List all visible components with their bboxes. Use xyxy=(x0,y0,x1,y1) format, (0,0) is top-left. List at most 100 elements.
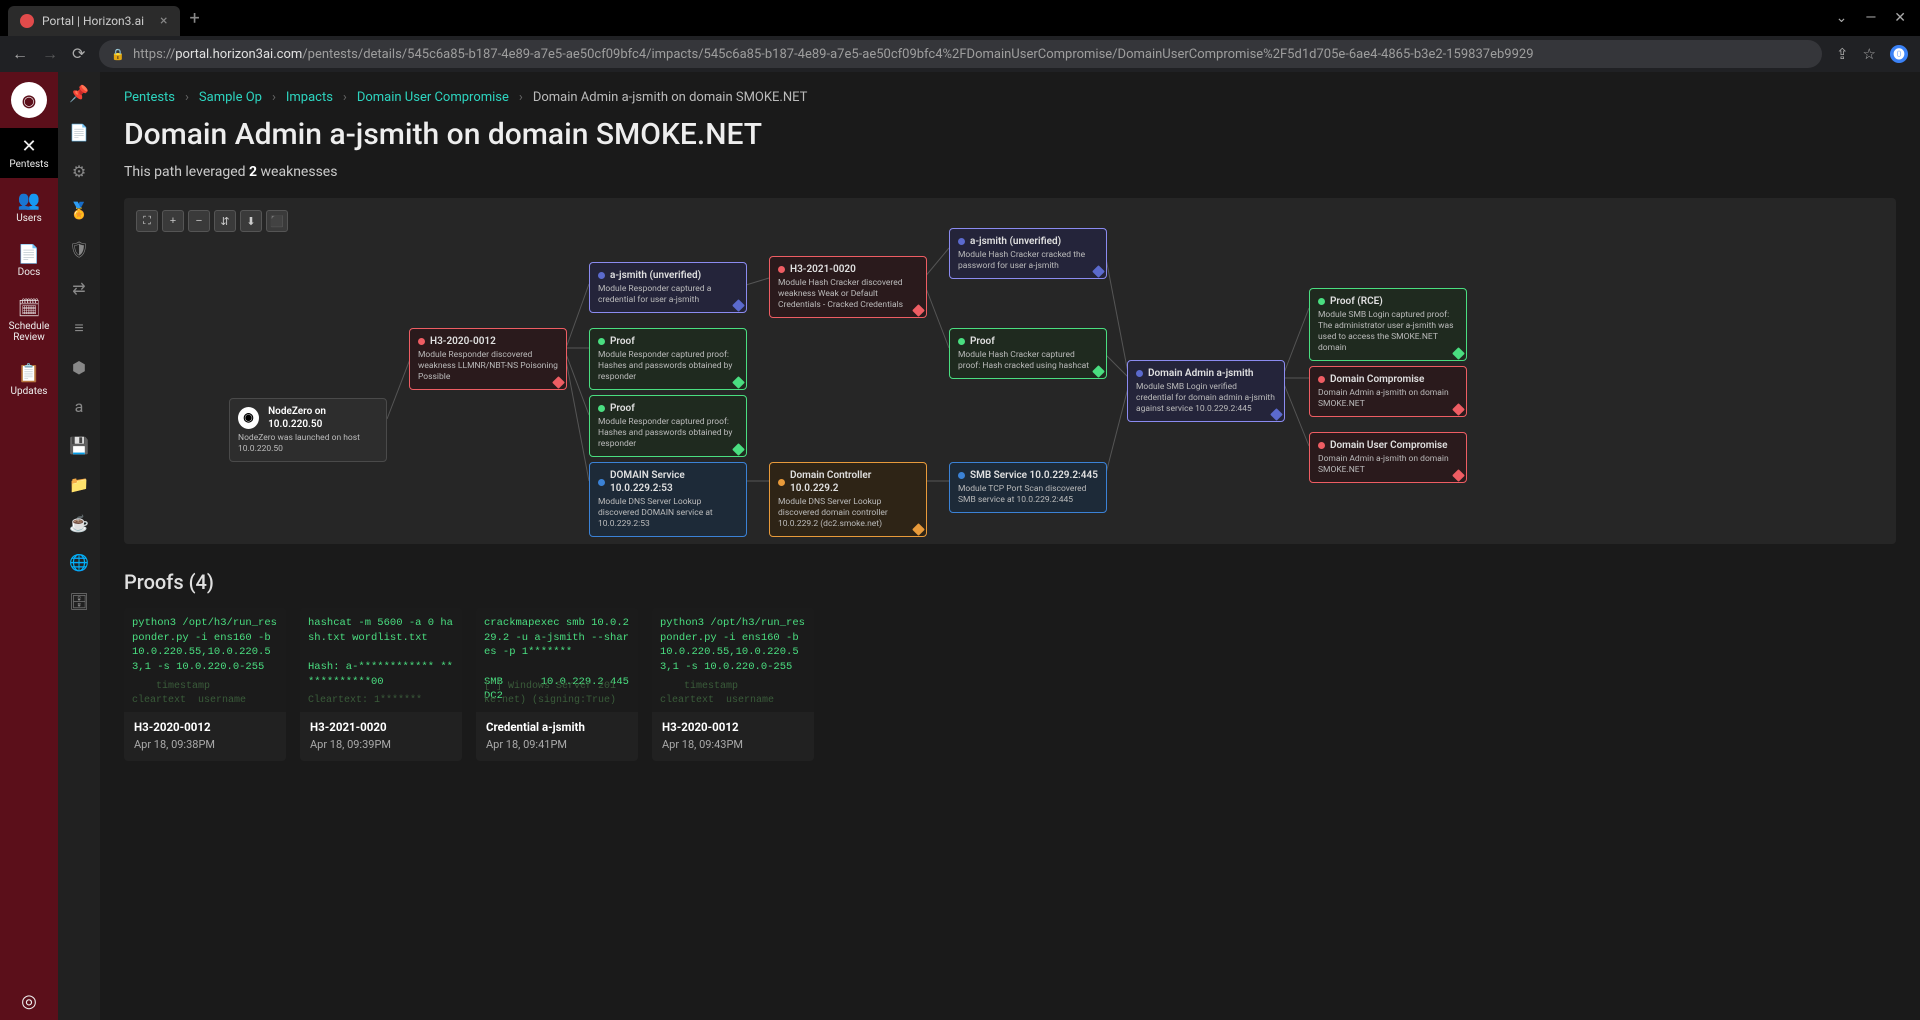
proof-card[interactable]: hashcat -m 5600 -a 0 hash.txt wordlist.t… xyxy=(300,608,462,761)
node-weakness-h3-2021-0020[interactable]: H3-2021-0020Module Hash Cracker discover… xyxy=(769,256,927,318)
calendar-icon: 🗓 xyxy=(18,298,41,319)
proofs-grid: python3 /opt/h3/run_responder.py -i ens1… xyxy=(124,608,1896,761)
crumb-domain-user-compromise[interactable]: Domain User Compromise xyxy=(357,90,509,105)
attack-path-graph: ⛶ + − ⇵ ⬇ ⬛ xyxy=(124,198,1896,544)
proof-date: Apr 18, 09:39PM xyxy=(310,738,452,751)
proof-title: H3-2020-0012 xyxy=(134,720,276,734)
coffee-icon[interactable]: ☕ xyxy=(69,514,89,533)
proofs-heading: Proofs (4) xyxy=(124,570,1896,594)
address-bar: ← → ⟳ 🔒 https://portal.horizon3ai.com/pe… xyxy=(0,36,1920,72)
list-icon[interactable]: ≡ xyxy=(74,318,83,338)
new-tab-button[interactable]: + xyxy=(180,8,210,29)
proof-title: Credential a-jsmith xyxy=(486,720,628,734)
page-icon[interactable]: 📄 xyxy=(69,123,89,142)
node-nodezero[interactable]: ◉NodeZero on 10.0.220.50 NodeZero was la… xyxy=(229,398,387,462)
node-proof-rce[interactable]: Proof (RCE)Module SMB Login captured pro… xyxy=(1309,288,1467,361)
zoom-out-button[interactable]: − xyxy=(188,210,210,232)
zoom-in-button[interactable]: + xyxy=(162,210,184,232)
node-credential-unverified-2[interactable]: a-jsmith (unverified)Module Hash Cracker… xyxy=(949,228,1107,279)
close-window-icon[interactable]: ✕ xyxy=(1894,10,1906,26)
node-proof-3[interactable]: ProofModule Hash Cracker captured proof:… xyxy=(949,328,1107,379)
target-icon: ◎ xyxy=(21,991,37,1012)
page-subtitle: This path leveraged 2 weaknesses xyxy=(124,164,1896,180)
clipboard-icon: 📋 xyxy=(18,363,40,384)
share-icon[interactable]: ⇪ xyxy=(1836,45,1849,63)
url-text: https://portal.horizon3ai.com/pentests/d… xyxy=(133,47,1533,62)
terminal-output: python3 /opt/h3/run_responder.py -i ens1… xyxy=(652,608,814,712)
window-controls: ⌄ ― ✕ xyxy=(1836,10,1920,26)
nav-schedule-review[interactable]: 🗓Schedule Review xyxy=(0,290,58,351)
extension-icon[interactable]: ⓿ xyxy=(1890,45,1908,63)
medal-icon[interactable]: 🏅 xyxy=(69,201,89,220)
node-proof-2[interactable]: ProofModule Responder captured proof: Ha… xyxy=(589,395,747,457)
nav-users[interactable]: 👥Users xyxy=(0,182,58,232)
node-proof-1[interactable]: ProofModule Responder captured proof: Ha… xyxy=(589,328,747,390)
proof-card[interactable]: crackmapexec smb 10.0.229.2 -u a-jsmith … xyxy=(476,608,638,761)
crumb-sample-op[interactable]: Sample Op xyxy=(199,90,262,105)
server-icon[interactable]: 🗄 xyxy=(69,592,89,611)
cube-icon[interactable]: ⬢ xyxy=(72,358,86,377)
page-title: Domain Admin a-jsmith on domain SMOKE.NE… xyxy=(124,117,1896,152)
secondary-nav: 📌 📄 ⚙ 🏅 🛡 ⇄ ≡ ⬢ a 💾 📁 ☕ 🌐 🗄 xyxy=(58,72,100,1020)
docs-icon: 📄 xyxy=(18,244,40,265)
proof-date: Apr 18, 09:41PM xyxy=(486,738,628,751)
tab-title: Portal | Horizon3.ai xyxy=(42,14,144,28)
terminal-output: crackmapexec smb 10.0.229.2 -u a-jsmith … xyxy=(476,608,638,712)
download-button[interactable]: ⬇ xyxy=(240,210,262,232)
proof-card[interactable]: python3 /opt/h3/run_responder.py -i ens1… xyxy=(124,608,286,761)
minimize-icon[interactable]: ― xyxy=(1865,10,1876,26)
node-domain-user-compromise[interactable]: Domain User CompromiseDomain Admin a-jsm… xyxy=(1309,432,1467,483)
node-domain-compromise[interactable]: Domain CompromiseDomain Admin a-jsmith o… xyxy=(1309,366,1467,417)
nav-pentests[interactable]: ✕Pentests xyxy=(0,128,58,178)
nav-bottom[interactable]: ◎ xyxy=(0,983,58,1020)
proof-title: H3-2020-0012 xyxy=(662,720,804,734)
layout-button[interactable]: ⇵ xyxy=(214,210,236,232)
gear-icon[interactable]: ⚙ xyxy=(72,162,86,181)
proof-date: Apr 18, 09:38PM xyxy=(134,738,276,751)
tab-bar: Portal | Horizon3.ai × + ⌄ ― ✕ xyxy=(0,0,1920,36)
url-input[interactable]: 🔒 https://portal.horizon3ai.com/pentests… xyxy=(99,40,1822,68)
toggle-button[interactable]: ⬛ xyxy=(266,210,288,232)
swap-icon[interactable]: ⇄ xyxy=(72,279,85,298)
pentests-icon: ✕ xyxy=(21,136,36,157)
close-icon[interactable]: × xyxy=(160,13,167,29)
node-domain-admin[interactable]: Domain Admin a-jsmithModule SMB Login ve… xyxy=(1127,360,1285,422)
node-credential-unverified-1[interactable]: a-jsmith (unverified)Module Responder ca… xyxy=(589,262,747,313)
crumb-pentests[interactable]: Pentests xyxy=(124,90,175,105)
proof-card[interactable]: python3 /opt/h3/run_responder.py -i ens1… xyxy=(652,608,814,761)
terminal-output: python3 /opt/h3/run_responder.py -i ens1… xyxy=(124,608,286,712)
node-smb-service[interactable]: SMB Service 10.0.229.2:445Module TCP Por… xyxy=(949,462,1107,513)
globe-icon[interactable]: 🌐 xyxy=(69,553,89,572)
node-domain-service[interactable]: DOMAIN Service 10.0.229.2:53Module DNS S… xyxy=(589,462,747,537)
app-logo[interactable]: ◉ xyxy=(11,82,47,118)
pin-icon[interactable]: 📌 xyxy=(69,84,89,103)
star-icon[interactable]: ☆ xyxy=(1863,45,1876,63)
crumb-impacts[interactable]: Impacts xyxy=(286,90,333,105)
breadcrumb: Pentests› Sample Op› Impacts› Domain Use… xyxy=(124,90,1896,105)
node-domain-controller[interactable]: Domain Controller 10.0.229.2Module DNS S… xyxy=(769,462,927,537)
proof-title: H3-2021-0020 xyxy=(310,720,452,734)
nav-updates[interactable]: 📋Updates xyxy=(0,355,58,405)
browser-chrome: Portal | Horizon3.ai × + ⌄ ― ✕ ← → ⟳ 🔒 h… xyxy=(0,0,1920,72)
disk-icon[interactable]: 💾 xyxy=(69,436,89,455)
file-icon[interactable]: 📁 xyxy=(69,475,89,494)
reload-icon[interactable]: ⟳ xyxy=(72,44,85,64)
chevron-down-icon[interactable]: ⌄ xyxy=(1836,10,1848,26)
crumb-current: Domain Admin a-jsmith on domain SMOKE.NE… xyxy=(533,90,808,105)
lock-icon: 🔒 xyxy=(111,48,125,61)
back-icon[interactable]: ← xyxy=(12,44,28,64)
nodezero-icon: ◉ xyxy=(238,407,259,429)
fit-button[interactable]: ⛶ xyxy=(136,210,158,232)
browser-tab[interactable]: Portal | Horizon3.ai × xyxy=(8,6,180,36)
shield-icon[interactable]: 🛡 xyxy=(69,240,89,259)
amazon-icon[interactable]: a xyxy=(75,397,84,416)
nav-docs[interactable]: 📄Docs xyxy=(0,236,58,286)
users-icon: 👥 xyxy=(18,190,40,211)
favicon-icon xyxy=(20,14,34,28)
forward-icon[interactable]: → xyxy=(42,44,58,64)
main-content: Pentests› Sample Op› Impacts› Domain Use… xyxy=(100,72,1920,1020)
node-weakness-h3-2020-0012[interactable]: H3-2020-0012Module Responder discovered … xyxy=(409,328,567,390)
terminal-output: hashcat -m 5600 -a 0 hash.txt wordlist.t… xyxy=(300,608,462,712)
primary-nav: ◉ ✕Pentests 👥Users 📄Docs 🗓Schedule Revie… xyxy=(0,72,58,1020)
proof-date: Apr 18, 09:43PM xyxy=(662,738,804,751)
